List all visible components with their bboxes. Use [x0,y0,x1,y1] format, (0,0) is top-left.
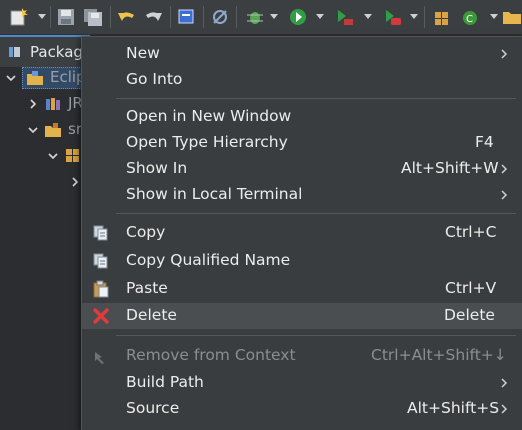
chevron-right-icon[interactable] [70,177,80,187]
submenu-arrow-icon [501,164,508,174]
chevron-down-icon[interactable] [28,125,38,135]
menu-item-show-in[interactable]: Show In Alt+Shift+W [82,156,522,182]
tree-item-jre[interactable]: JR [0,93,90,115]
tree-item-label: sr [68,120,82,138]
menu-item-open-in-new-window[interactable]: Open in New Window [82,104,522,130]
open-folder-icon[interactable] [502,7,522,27]
package-icon [66,149,79,162]
java-project-icon [27,71,43,85]
tree-item-project[interactable]: Eclip [0,67,90,89]
save-all-icon[interactable] [82,7,104,27]
new-dropdown-arrow[interactable] [38,14,46,19]
coverage-icon[interactable] [334,7,356,27]
menu-item-label: Copy [126,223,166,241]
menu-item-label: Source [126,399,180,417]
console-icon[interactable] [176,7,196,27]
new-icon[interactable] [8,7,30,27]
menu-item-remove-from-context[interactable]: Remove from Context Ctrl+Alt+Shift+↓ [82,343,522,369]
menu-item-copy-qualified-name[interactable]: Copy Qualified Name [82,248,522,274]
chevron-down-icon[interactable] [48,151,58,161]
chevron-right-icon[interactable] [28,99,38,109]
menu-separator [116,213,516,214]
copy-icon [93,225,108,241]
submenu-arrow-icon [501,49,508,59]
external-tools-icon[interactable] [382,7,404,27]
undo-icon[interactable] [116,7,138,27]
menu-item-label: Paste [126,279,168,297]
submenu-arrow-icon [501,404,508,414]
delete-icon [93,308,109,324]
tree-item-package[interactable] [0,145,90,167]
paste-icon [93,280,109,298]
menu-item-label: Go Into [126,70,183,88]
menu-item-label: Show In [126,159,188,177]
menu-item-paste[interactable]: Paste Ctrl+V [82,276,522,302]
remove-from-context-icon [95,352,104,364]
submenu-arrow-icon [501,378,508,388]
menu-item-label: Open in New Window [126,107,292,125]
tab-package-explorer[interactable]: Package [0,35,92,67]
tree-item-src[interactable]: sr [0,119,90,141]
menu-item-copy[interactable]: Copy Ctrl+C [82,220,522,246]
menu-separator [116,335,516,336]
library-icon [46,98,60,110]
run-icon[interactable] [288,7,310,27]
menu-item-shortcut: Ctrl+V [445,279,497,297]
new-java-package-icon[interactable] [432,7,454,27]
menu-item-go-into[interactable]: Go Into [82,67,522,93]
menu-item-label: Copy Qualified Name [126,251,291,269]
debug-icon[interactable] [244,7,266,27]
chevron-down-icon[interactable] [6,73,16,83]
menu-item-label: Build Path [126,373,204,391]
package-explorer-icon [9,47,20,57]
debug-dropdown-arrow[interactable] [270,14,278,19]
menu-item-shortcut: Alt+Shift+S [407,399,500,417]
menu-item-label: Show in Local Terminal [126,185,303,203]
coverage-dropdown-arrow[interactable] [364,14,372,19]
tree-item-class[interactable] [0,171,90,193]
menu-item-open-type-hierarchy[interactable]: Open Type Hierarchy F4 [82,130,522,156]
menu-item-label: Delete [126,306,177,324]
menu-item-label: Remove from Context [126,346,296,364]
run-dropdown-arrow[interactable] [316,14,324,19]
new-java-class-dropdown-arrow[interactable] [490,14,498,19]
menu-item-delete[interactable]: Delete Delete [82,303,522,329]
menu-item-shortcut: Alt+Shift+W [401,159,499,177]
skip-breakpoints-icon[interactable] [210,7,230,27]
svg-text:C: C [466,14,473,25]
copy-qualified-name-icon [93,253,108,269]
source-folder-icon [45,123,61,137]
menu-item-new[interactable]: New [82,41,522,67]
menu-item-shortcut: Delete [444,306,495,324]
menu-item-shortcut: Ctrl+Alt+Shift+↓ [371,346,507,364]
menu-item-build-path[interactable]: Build Path [82,370,522,396]
menu-item-show-in-local-terminal[interactable]: Show in Local Terminal [82,182,522,208]
menu-separator [116,98,516,99]
context-menu: New Go Into Open in New Window Open Type… [81,36,522,430]
new-java-class-icon[interactable]: C [460,7,482,27]
save-icon[interactable] [56,7,76,27]
submenu-arrow-icon [501,190,508,200]
menu-item-shortcut: F4 [475,133,494,151]
redo-icon[interactable] [142,7,164,27]
menu-item-shortcut: Ctrl+C [445,223,497,241]
external-tools-dropdown-arrow[interactable] [410,14,418,19]
menu-item-source[interactable]: Source Alt+Shift+S [82,396,522,422]
menu-item-label: New [126,44,160,62]
menu-item-label: Open Type Hierarchy [126,133,288,151]
main-toolbar: C [0,0,522,35]
